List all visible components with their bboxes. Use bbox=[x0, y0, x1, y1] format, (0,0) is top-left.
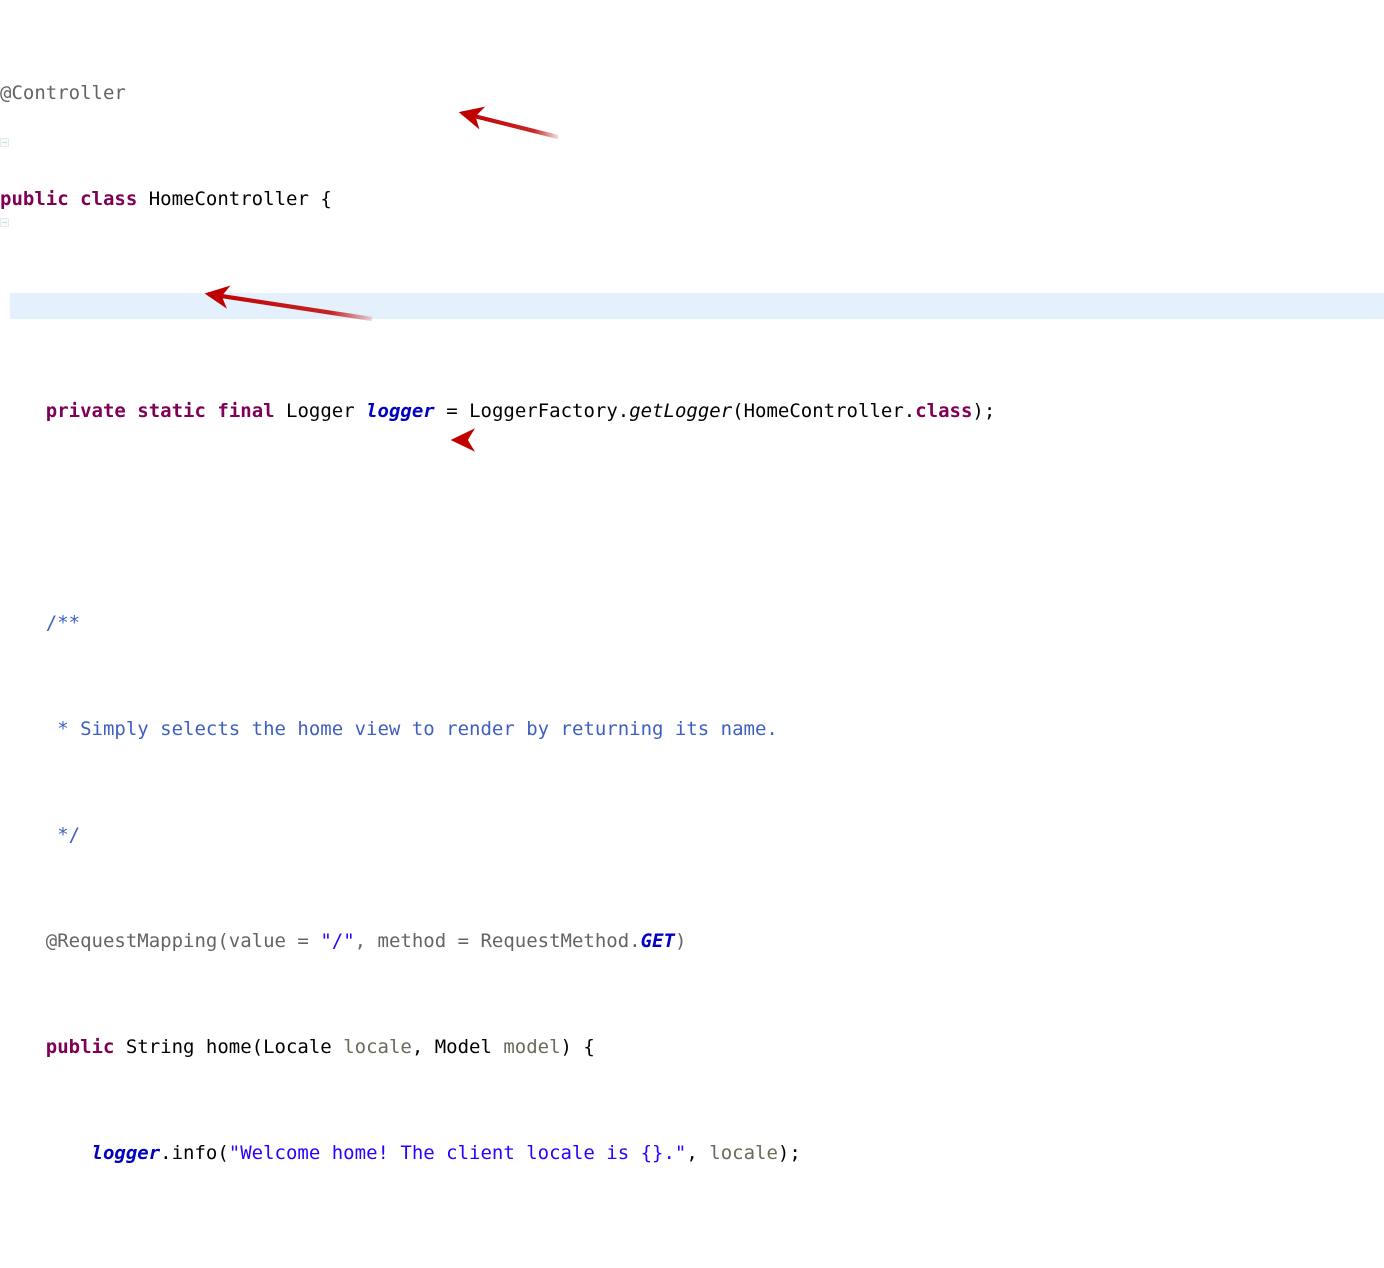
code-line: */ bbox=[0, 822, 1384, 849]
code-line: public String home(Locale locale, Model … bbox=[0, 1034, 1384, 1061]
logger-field-declaration: logger bbox=[366, 400, 435, 422]
source-code-text[interactable]: @Controller public class HomeController … bbox=[0, 0, 1384, 1268]
code-line: public class HomeController { bbox=[0, 186, 1384, 213]
annotation-controller: @Controller bbox=[0, 82, 126, 104]
code-line-highlighted bbox=[0, 1246, 1384, 1268]
code-line: @Controller bbox=[0, 80, 1384, 107]
code-line: @RequestMapping(value = "/", method = Re… bbox=[0, 928, 1384, 955]
code-editor-pane[interactable]: @Controller public class HomeController … bbox=[0, 0, 1384, 634]
code-line bbox=[0, 292, 1384, 319]
code-line: /** bbox=[0, 610, 1384, 637]
logger-info-reference: logger bbox=[92, 1142, 161, 1164]
code-line: private static final Logger logger = Log… bbox=[0, 398, 1384, 425]
code-line: logger.info("Welcome home! The client lo… bbox=[0, 1140, 1384, 1167]
code-line: * Simply selects the home view to render… bbox=[0, 716, 1384, 743]
code-line bbox=[0, 504, 1384, 531]
